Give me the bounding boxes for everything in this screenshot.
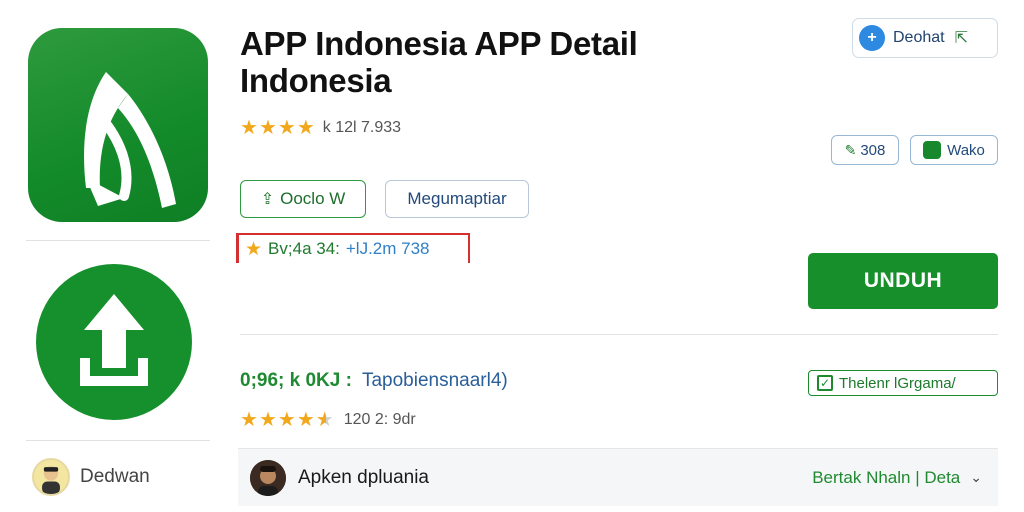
app-title: APP Indonesia APP Detail Indonesia <box>240 25 638 99</box>
developer-panel[interactable]: Apken dpluania Bertak Nhaln | Deta ⌄ <box>238 448 998 506</box>
developer-panel-avatar <box>250 459 286 496</box>
edit-icon: ✎ <box>844 141 857 158</box>
chip-b-label: Wako <box>947 141 985 159</box>
rating-stars: ★ ★ ★ ★ <box>240 118 315 138</box>
star-half-icon: ★ <box>315 409 334 431</box>
left-divider-2 <box>26 440 210 441</box>
star-icon: ★ <box>277 117 296 139</box>
meta-right: +lJ.2m 738 <box>345 239 430 258</box>
developer-avatar[interactable] <box>32 458 70 496</box>
app-logo-icon <box>28 28 208 222</box>
info-icon: + <box>859 25 885 51</box>
top-chip-label: Deohat <box>893 29 945 46</box>
stats-rating-count: 120 2: 9dr <box>343 411 416 428</box>
star-icon: ★ <box>245 238 263 260</box>
star-icon: ★ <box>277 409 296 431</box>
star-icon: ★ <box>258 409 277 431</box>
star-icon: ★ <box>296 117 315 139</box>
stat-green: 0;96; k 0KJ : <box>240 370 352 391</box>
download-button[interactable]: UNDUH <box>808 253 998 309</box>
rating-count: k 12l 7.933 <box>322 119 402 136</box>
badge-label: Thelenr lGrgama/ <box>839 374 956 392</box>
section-divider <box>240 334 998 335</box>
share-icon: ⇪ <box>260 191 275 208</box>
stats-rating-row: ★ ★ ★ ★ ★ 120 2: 9dr <box>240 410 416 430</box>
chip-a-label: 308 <box>860 141 886 159</box>
left-divider <box>26 240 210 241</box>
status-badge[interactable]: ✓ Thelenr lGrgama/ <box>808 370 998 396</box>
developer-sidebar-name[interactable]: Dedwan <box>80 466 150 488</box>
checkbox-icon: ✓ <box>817 375 833 391</box>
app-square-icon <box>923 141 942 159</box>
star-icon: ★ <box>240 409 258 431</box>
share-button[interactable]: ⇪ Ooclo W <box>240 180 366 218</box>
secondary-button[interactable]: Megumaptiar <box>385 180 529 218</box>
developer-panel-link-label: Bertak Nhaln | Deta <box>812 467 961 487</box>
chip-a-button[interactable]: ✎ 308 <box>831 135 899 165</box>
rating-stars-2: ★ ★ ★ ★ ★ <box>240 410 334 430</box>
meta-highlight: ★ Bv;4a 34: +lJ.2m 738 <box>236 233 470 263</box>
developer-panel-link[interactable]: Bertak Nhaln | Deta ⌄ <box>812 468 982 488</box>
share-label: Ooclo W <box>280 189 346 208</box>
top-chip-button[interactable]: + Deohat ⇱ <box>852 18 998 58</box>
developer-panel-name: Apken dpluania <box>298 466 429 488</box>
chip-b-button[interactable]: Wako <box>910 135 998 165</box>
stat-line: 0;96; k 0KJ : Tapobiensnaarl4) <box>240 370 508 392</box>
share-arrow-icon: ⇱ <box>954 30 968 47</box>
star-icon: ★ <box>240 117 258 139</box>
app-rating-row: ★ ★ ★ ★ k 12l 7.933 <box>240 118 401 138</box>
star-icon: ★ <box>258 117 277 139</box>
star-icon: ★ <box>296 409 315 431</box>
chevron-down-icon: ⌄ <box>970 469 982 485</box>
download-arrow-icon[interactable] <box>36 264 192 420</box>
stat-blue[interactable]: Tapobiensnaarl4) <box>362 370 508 392</box>
meta-left: Bv;4a 34: <box>268 239 340 258</box>
